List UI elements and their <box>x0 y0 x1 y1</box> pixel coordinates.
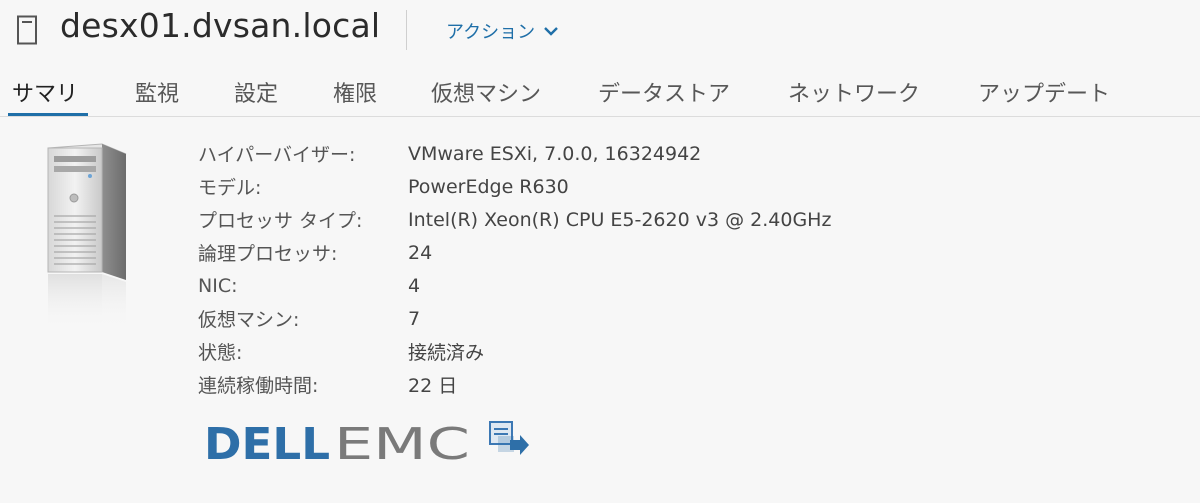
tab-permissions[interactable]: 権限 <box>333 76 377 108</box>
actions-menu-button[interactable]: アクション <box>446 18 559 44</box>
tab-vms[interactable]: 仮想マシン <box>431 76 541 108</box>
property-row-model: モデル: PowerEdge R630 <box>198 170 831 203</box>
property-value: PowerEdge R630 <box>408 175 569 198</box>
property-value: 接続済み <box>408 342 485 364</box>
host-icon <box>17 15 37 45</box>
property-row-hypervisor: ハイパーバイザー: VMware ESXi, 7.0.0, 16324942 <box>198 137 831 170</box>
property-row-uptime: 連続稼働時間: 22 日 <box>198 368 831 401</box>
property-label: 仮想マシン: <box>198 309 300 331</box>
property-row-state: 状態: 接続済み <box>198 335 831 368</box>
property-value: VMware ESXi, 7.0.0, 16324942 <box>408 142 702 165</box>
property-label: プロセッサ タイプ: <box>198 210 363 232</box>
property-label: 連続稼働時間: <box>198 375 319 397</box>
server-tower-icon <box>47 143 127 330</box>
vendor-tool-icon[interactable] <box>488 420 530 460</box>
tab-updates[interactable]: アップデート <box>978 76 1110 108</box>
property-row-logical-processors: 論理プロセッサ: 24 <box>198 236 831 269</box>
property-row-processor-type: プロセッサ タイプ: Intel(R) Xeon(R) CPU E5-2620 … <box>198 203 831 236</box>
property-value: 22 日 <box>408 375 458 397</box>
property-value: 24 <box>408 241 433 264</box>
property-value: Intel(R) Xeon(R) CPU E5-2620 v3 @ 2.40GH… <box>408 208 832 231</box>
tab-networks[interactable]: ネットワーク <box>788 76 920 108</box>
property-label: モデル: <box>198 177 262 199</box>
header-divider <box>406 10 407 50</box>
property-label: ハイパーバイザー: <box>198 144 356 166</box>
tab-monitor[interactable]: 監視 <box>135 76 179 108</box>
chevron-down-icon <box>544 27 558 36</box>
property-value: 7 <box>408 307 421 330</box>
svg-text:EMC: EMC <box>334 419 470 469</box>
property-row-nics: NIC: 4 <box>198 269 831 302</box>
property-label: NIC: <box>198 274 238 297</box>
property-row-virtual-machines: 仮想マシン: 7 <box>198 302 831 335</box>
svg-text:DELL: DELL <box>204 419 330 469</box>
host-summary-properties: ハイパーバイザー: VMware ESXi, 7.0.0, 16324942 モ… <box>198 137 831 401</box>
tab-datastores[interactable]: データストア <box>598 76 730 108</box>
dell-emc-logo: DELL EMC <box>204 419 470 469</box>
tab-summary[interactable]: サマリ <box>12 76 78 108</box>
tab-configure[interactable]: 設定 <box>234 76 278 108</box>
page-header: desx01.dvsan.local アクション <box>0 0 1200 60</box>
tab-bar-divider <box>0 116 1200 117</box>
property-label: 論理プロセッサ: <box>198 243 338 265</box>
actions-label: アクション <box>446 22 536 43</box>
tab-bar: サマリ 監視 設定 権限 仮想マシン データストア ネットワーク アップデート <box>0 70 1200 118</box>
property-value: 4 <box>408 274 421 297</box>
page-title: desx01.dvsan.local <box>60 6 381 45</box>
property-label: 状態: <box>198 342 243 364</box>
